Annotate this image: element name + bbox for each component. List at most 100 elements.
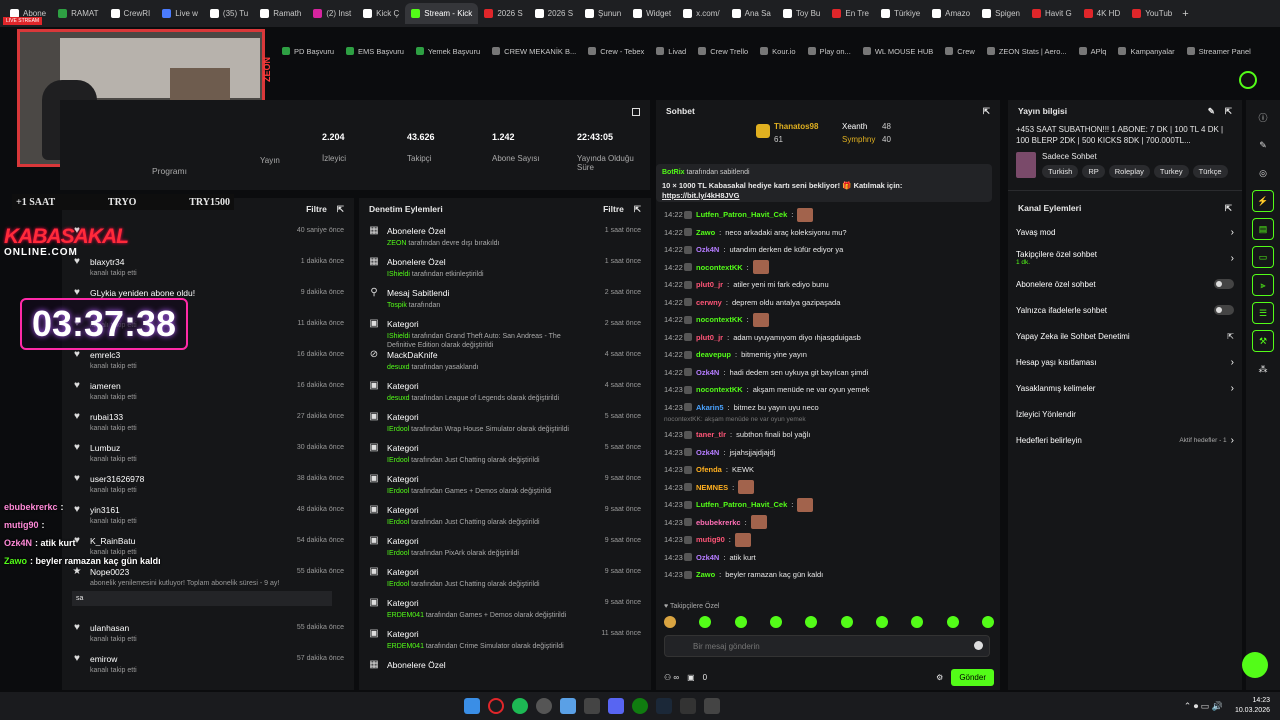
browser-icon[interactable]	[535, 698, 552, 714]
chat-message[interactable]: 14:23 Ofenda: KEWK	[656, 461, 1000, 479]
channel-action-item[interactable]: Yavaş mod ›	[1008, 219, 1242, 245]
chat-message[interactable]: 14:22 plut0_jr: adam uyuyamıyom diyo ıhjas…	[656, 329, 1000, 347]
bookmark-item[interactable]: Crew - Tebex	[588, 47, 644, 56]
chat-username[interactable]: nocontextKK	[696, 385, 743, 394]
chat-message[interactable]: 14:22 nocontextKK:	[656, 259, 1000, 277]
expand-icon[interactable]: ⇱	[634, 204, 641, 215]
chat-username[interactable]: deavepup	[696, 350, 731, 359]
users-icon[interactable]: ⚇ ∞	[664, 673, 679, 682]
moderation-actor[interactable]: IErdool	[387, 426, 409, 433]
filter-button[interactable]: Filtre	[306, 204, 327, 214]
chat-input[interactable]	[665, 636, 955, 656]
browser-tab[interactable]: Live w	[156, 3, 204, 24]
channel-action-item[interactable]: İzleyici Yönlendir	[1008, 401, 1242, 427]
browser-tab[interactable]: Stream - Kick	[405, 3, 479, 24]
chat-username[interactable]: nocontextKK	[696, 263, 743, 272]
moderation-actor[interactable]: IShieldi	[387, 333, 410, 340]
edit-icon[interactable]: ✎	[1252, 134, 1274, 156]
chat-message[interactable]: 14:22 plut0_jr: atiler yeni mi fark ediyo …	[656, 276, 1000, 294]
browser-tab[interactable]: RAMAT	[52, 3, 104, 24]
browser-tab[interactable]: Widget	[627, 3, 677, 24]
chat-message[interactable]: 14:22 Ozk4N: hadi dedem sen uykuya git bay…	[656, 364, 1000, 382]
channel-action-item[interactable]: Hedefleri belirleyin Aktif hedefler - 1 ›	[1008, 427, 1242, 453]
bookmark-item[interactable]: EMS Başvuru	[346, 47, 404, 56]
moderation-actor[interactable]: ZEON	[387, 240, 406, 247]
emote-icon[interactable]	[840, 616, 853, 628]
bookmark-item[interactable]: PD Başvuru	[282, 47, 334, 56]
browser-tab[interactable]: x.com/	[677, 3, 726, 24]
chat-username[interactable]: plut0_jr	[696, 280, 723, 289]
bookmark-item[interactable]: Yemek Başvuru	[415, 47, 480, 56]
chat-message[interactable]: 14:22 deavepup: bitmemiş yine yayın	[656, 346, 1000, 364]
browser-tab[interactable]: Türkiye	[875, 3, 926, 24]
moderation-actor[interactable]: IErdool	[387, 519, 409, 526]
chat-icon[interactable]: ▭	[1252, 246, 1274, 268]
tag-chip[interactable]: Türkçe	[1192, 165, 1228, 178]
moderation-actor[interactable]: ERDEM041	[387, 612, 424, 619]
toggle-switch[interactable]	[1214, 279, 1234, 289]
chat-username[interactable]: Ozk4N	[696, 448, 719, 457]
moderation-actor[interactable]: IErdool	[387, 581, 409, 588]
chat-username[interactable]: Zawo	[696, 228, 715, 237]
chat-message[interactable]: 14:22 cerwny: deprem oldu antalya gazipaşa…	[656, 294, 1000, 312]
browser-tab[interactable]: Toy Bu	[777, 3, 826, 24]
tag-chip[interactable]: Turkish	[1042, 165, 1079, 178]
chat-username[interactable]: nocontextKK	[696, 315, 743, 324]
bookmark-item[interactable]: APlq	[1078, 47, 1106, 56]
channel-action-item[interactable]: Yalnızca ifadelerle sohbet	[1008, 297, 1242, 323]
chat-message[interactable]: 14:23 nocontextKK: akşam menüde ne var oyu…	[656, 381, 1000, 399]
document-icon[interactable]: ▤	[1252, 218, 1274, 240]
info-icon[interactable]: ⓘ	[1252, 106, 1274, 128]
bookmark-item[interactable]: Streamer Panel	[1186, 47, 1251, 56]
emote-icon[interactable]	[911, 616, 924, 628]
moderation-actor[interactable]: IErdool	[387, 457, 409, 464]
browser-tab[interactable]: Şunun	[579, 3, 627, 24]
browser-tab[interactable]: 2026 S	[529, 3, 579, 24]
popout-icon[interactable]: ⇱	[1225, 203, 1232, 214]
emote-icon[interactable]	[946, 616, 959, 628]
chat-message[interactable]: 14:23 Zawo: beyler ramazan kaç gün kaldı	[656, 566, 1000, 584]
emoji-icon[interactable]	[974, 641, 983, 650]
browser-tab[interactable]: Spigen	[976, 3, 1026, 24]
edit-icon[interactable]: ✎	[1208, 106, 1215, 117]
bookmark-item[interactable]: Play on...	[807, 47, 851, 56]
chat-username[interactable]: Ozk4N	[696, 553, 719, 562]
channel-action-item[interactable]: Takipçilere özel sohbet 1 dk. ›	[1008, 245, 1242, 271]
window-icon[interactable]	[559, 698, 576, 714]
pinned-message[interactable]: BotRix tarafından sabitlendi 10 × 1000 T…	[656, 164, 992, 202]
emote-icon[interactable]	[664, 616, 676, 628]
emote-icon[interactable]	[805, 616, 818, 628]
browser-tab[interactable]: CrewRI	[105, 3, 157, 24]
chat-message[interactable]: 14:23 Akarin5: bitmez bu yayın uyu neco	[656, 399, 1000, 417]
capture-icon[interactable]	[583, 698, 600, 714]
browser-tab[interactable]: Ana Sa	[726, 3, 777, 24]
bookmark-item[interactable]: Kour.io	[760, 47, 796, 56]
tag-chip[interactable]: Roleplay	[1108, 165, 1150, 178]
browser-tab[interactable]: Kick Ç	[357, 3, 405, 24]
lightning-icon[interactable]: ⚡	[1252, 190, 1274, 212]
app-icon[interactable]	[703, 698, 720, 714]
bookmark-item[interactable]: ZEON Stats | Aero...	[986, 47, 1067, 56]
browser-tab[interactable]: (2) Inst	[307, 3, 357, 24]
channel-action-item[interactable]: Yasaklanmış kelimeler ›	[1008, 375, 1242, 401]
chat-message[interactable]: 14:23 Ozk4N: jsjahsjjajdjajdj	[656, 444, 1000, 462]
chat-message[interactable]: 14:22 Zawo: neco arkadaki araç koleksiyonu…	[656, 224, 1000, 242]
list-icon[interactable]: ☰	[1252, 302, 1274, 324]
chat-username[interactable]: Ofenda	[696, 465, 722, 474]
tray-icons[interactable]: ⌃ ⏺ ▭ 🔊	[1184, 701, 1223, 712]
xbox-icon[interactable]	[631, 698, 648, 714]
discord-icon[interactable]	[607, 698, 624, 714]
chat-username[interactable]: mutig90	[696, 535, 725, 544]
chat-message[interactable]: 14:22 Ozk4N: utandım derken de küfür ediyo…	[656, 241, 1000, 259]
emote-icon[interactable]	[734, 616, 747, 628]
moderation-actor[interactable]: IShieldi	[387, 271, 410, 278]
steam-icon[interactable]	[655, 698, 672, 714]
wrench-icon[interactable]: ⚒	[1252, 330, 1274, 352]
chat-username[interactable]: taner_tlr	[696, 430, 726, 439]
chat-message[interactable]: 14:23 Lutfen_Patron_Havit_Cek:	[656, 496, 1000, 514]
opera-icon[interactable]	[487, 698, 504, 714]
chat-username[interactable]: Lutfen_Patron_Havit_Cek	[696, 500, 787, 509]
moderation-actor[interactable]: desuxd	[387, 395, 410, 402]
chat-username[interactable]: Ozk4N	[696, 245, 719, 254]
moderation-actor[interactable]: IErdool	[387, 550, 409, 557]
